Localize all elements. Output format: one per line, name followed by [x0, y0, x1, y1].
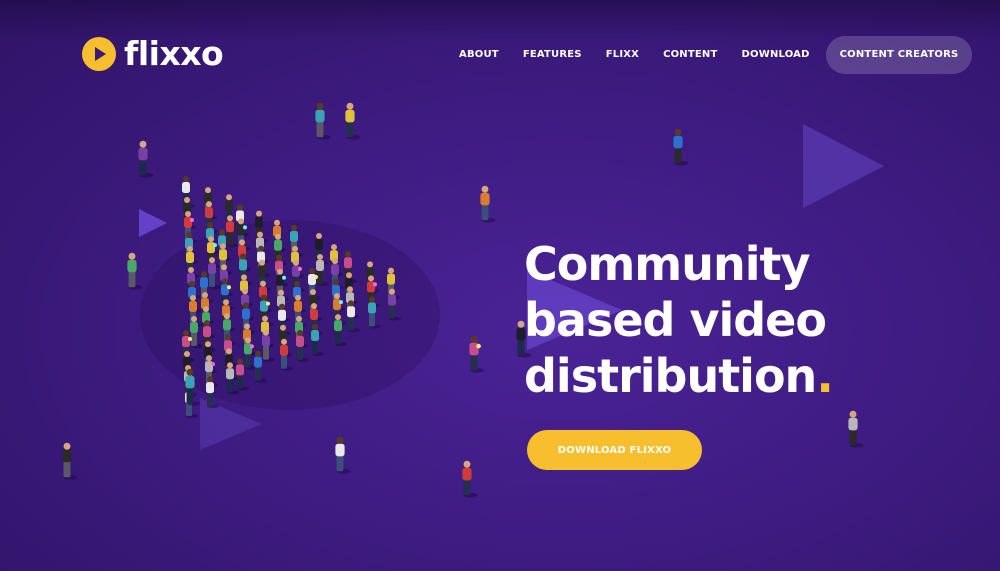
download-flixxo-button[interactable]: DOWNLOAD FLIXXO [527, 430, 702, 470]
person-figure [480, 185, 496, 223]
person-figure [208, 257, 221, 290]
person-figure [368, 296, 381, 329]
hero-line-3: distribution. [524, 348, 964, 404]
brand-logo[interactable]: flixxo [82, 34, 224, 73]
person-figure [316, 254, 329, 286]
hero-line-2: based video [524, 293, 827, 347]
person-figure [138, 140, 154, 178]
play-circle-icon [82, 37, 116, 71]
person-figure [335, 436, 351, 474]
person-figure [469, 335, 485, 373]
person-figure [190, 316, 203, 348]
nav-features[interactable]: FEATURES [511, 36, 594, 74]
person-figure [388, 288, 401, 321]
person-figure [334, 314, 347, 347]
nav-content-creators-button[interactable]: CONTENT CREATORS [825, 36, 973, 74]
hero-period: . [816, 349, 834, 403]
person-figure [127, 252, 143, 290]
person-figure [185, 368, 201, 406]
person-figure [311, 324, 324, 356]
hero-line-1: Community [524, 237, 810, 291]
main-nav: ABOUT FEATURES FLIXX CONTENT DOWNLOAD CO… [447, 36, 973, 74]
nav-about[interactable]: ABOUT [447, 36, 511, 74]
person-figure [315, 102, 331, 140]
person-figure [206, 376, 219, 409]
person-figure [673, 128, 689, 166]
nav-content[interactable]: CONTENT [651, 36, 729, 74]
nav-flixx[interactable]: FLIXX [594, 36, 651, 74]
person-figure [345, 102, 361, 140]
brand-name: flixxo [124, 34, 224, 73]
hero-line-3-text: distribution [524, 349, 817, 403]
landing-page: flixxo ABOUT FEATURES FLIXX CONTENT DOWN… [0, 0, 1000, 571]
nav-download[interactable]: DOWNLOAD [730, 36, 822, 74]
person-figure [62, 442, 78, 480]
person-figure [848, 410, 864, 448]
hero-headline: Community based video distribution. [524, 236, 964, 404]
person-figure [462, 460, 478, 498]
